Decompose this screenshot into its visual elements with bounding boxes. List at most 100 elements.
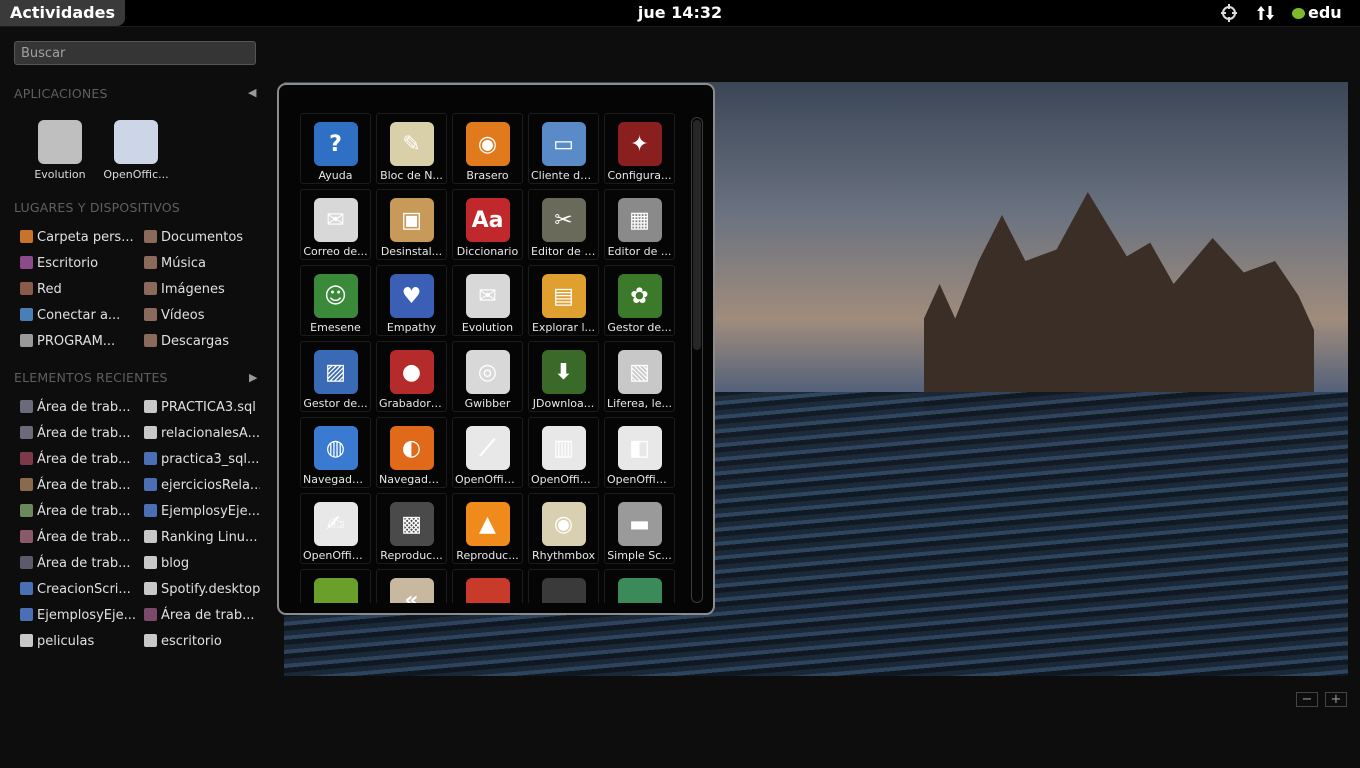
recent-item[interactable]: Área de trab... [20,423,138,445]
app-launcher[interactable]: ▬ Simple Sc... [604,493,675,564]
app-label: OpenOffic... [303,549,369,562]
settings-spinner-icon[interactable] [1219,0,1239,26]
search-input[interactable] [14,41,256,65]
scrollbar-thumb[interactable] [693,120,701,350]
activities-button[interactable]: Actividades [0,0,125,26]
document-icon [144,400,157,413]
favorite-app[interactable]: Evolution [22,112,98,181]
recent-item[interactable]: blog [144,553,260,575]
recent-item[interactable]: Ranking Linu... [144,527,260,549]
spotify-icon [313,578,358,603]
recent-item-label: Área de trab... [37,556,131,571]
app-launcher[interactable] [604,569,675,603]
recent-item[interactable]: escritorio [144,631,260,653]
app-launcher[interactable]: ▭ Cliente de... [528,113,599,184]
favorite-app[interactable]: OpenOffic... [98,112,174,181]
place-item[interactable]: Carpeta pers... [20,227,138,249]
place-item[interactable]: Documentos [144,227,260,249]
app-launcher[interactable]: ☺ Emesene [300,265,371,336]
app-label: OpenOffic... [455,473,521,486]
app-launcher[interactable]: ◧ OpenOffic... [604,417,675,488]
place-item[interactable]: PROGRAM... [20,331,138,353]
recent-item[interactable]: Área de trab... [20,475,138,497]
user-menu[interactable]: edu [1292,0,1342,26]
recent-item-label: ejerciciosRela... [161,478,260,493]
app-launcher[interactable]: ▦ Editor de ... [604,189,675,260]
collapse-arrow-icon[interactable]: ◀ [248,86,256,99]
recent-item[interactable]: EjemplosyEje... [144,501,260,523]
recent-item[interactable]: peliculas [20,631,138,653]
app-launcher[interactable]: ● Grabador ... [376,341,447,412]
place-item[interactable]: Música [144,253,260,275]
recent-item[interactable]: Spotify.desktop [144,579,260,601]
recent-item[interactable]: CreacionScri... [20,579,138,601]
app-launcher[interactable]: ✉ Correo de... [300,189,371,260]
expand-arrow-icon[interactable]: ▶ [249,371,257,384]
scanner-icon: ▬ [617,502,662,546]
app-launcher[interactable]: ▤ Explorar l... [528,265,599,336]
app-launcher[interactable] [300,569,371,603]
favorite-app-label: Evolution [34,168,86,181]
document-icon [144,556,157,569]
recent-item[interactable]: Área de trab... [20,449,138,471]
recent-item[interactable]: relacionalesA... [144,423,260,445]
app-launcher[interactable] [528,569,599,603]
app-launcher[interactable]: ▧ Liferea, le... [604,341,675,412]
app-launcher[interactable]: ♥ Empathy [376,265,447,336]
desktop-folder-icon [20,256,33,269]
app-launcher[interactable]: ▩ Reproduc... [376,493,447,564]
globe-icon [20,308,33,321]
app-launcher[interactable]: ▥ OpenOffic... [528,417,599,488]
app-launcher[interactable]: ◐ Navegado... [376,417,447,488]
app-launcher[interactable]: Aa Diccionario [452,189,523,260]
recent-item-label: PRACTICA3.sql [161,400,256,415]
app-launcher[interactable] [452,569,523,603]
recent-item-label: Spotify.desktop [161,582,260,597]
app-label: OpenOffic... [531,473,597,486]
app-launcher[interactable]: « [376,569,447,603]
app-launcher[interactable]: ◎ Gwibber [452,341,523,412]
place-item[interactable]: Conectar a... [20,305,138,327]
place-item[interactable]: Vídeos [144,305,260,327]
app-launcher[interactable]: ? Ayuda [300,113,371,184]
recent-item[interactable]: Área de trab... [20,501,138,523]
place-item[interactable]: Imágenes [144,279,260,301]
mail-icon: ✉ [313,198,358,242]
app-launcher[interactable]: ✍ OpenOffic... [300,493,371,564]
place-item[interactable]: Descargas [144,331,260,353]
zoom-in-button[interactable]: + [1325,692,1347,707]
app-launcher[interactable]: ✂ Editor de i... [528,189,599,260]
app-launcher[interactable]: ▨ Gestor de... [300,341,371,412]
place-item[interactable]: Escritorio [20,253,138,275]
app-launcher[interactable]: ✎ Bloc de N... [376,113,447,184]
app-launcher[interactable]: ▲ Reproduc... [452,493,523,564]
screenshot-icon [20,556,33,569]
zoom-out-button[interactable]: − [1296,692,1318,707]
place-item[interactable]: Red [20,279,138,301]
recent-item[interactable]: Área de trab... [20,397,138,419]
app-launcher[interactable]: ◍ Navegado... [300,417,371,488]
globe-icon [617,578,662,603]
recent-item[interactable]: Área de trab... [20,527,138,549]
app-launcher[interactable]: ✿ Gestor de... [604,265,675,336]
network-icon[interactable] [1256,0,1276,26]
clock[interactable]: jue 14:32 [600,0,760,26]
news-icon: ▧ [617,350,662,394]
recent-item[interactable]: PRACTICA3.sql [144,397,260,419]
app-launcher[interactable]: ◉ Rhythmbox [528,493,599,564]
recent-item[interactable]: Área de trab... [20,553,138,575]
recent-item[interactable]: Área de trab... [144,605,260,627]
app-launcher[interactable]: ⟋ OpenOffic... [452,417,523,488]
recent-item[interactable]: ejerciciosRela... [144,475,260,497]
app-launcher[interactable]: ✦ Configura... [604,113,675,184]
recent-item[interactable]: practica3_sql... [144,449,260,471]
screenshot-icon [20,426,33,439]
app-label: Navegado... [303,473,369,486]
app-launcher[interactable]: ⬇ JDownloa... [528,341,599,412]
app-grid-scrollbar[interactable] [691,117,703,603]
folder-icon [144,230,157,243]
app-launcher[interactable]: ◉ Brasero [452,113,523,184]
app-launcher[interactable]: ✉ Evolution [452,265,523,336]
app-launcher[interactable]: ▣ Desinstal... [376,189,447,260]
recent-item[interactable]: EjemplosyEje... [20,605,138,627]
